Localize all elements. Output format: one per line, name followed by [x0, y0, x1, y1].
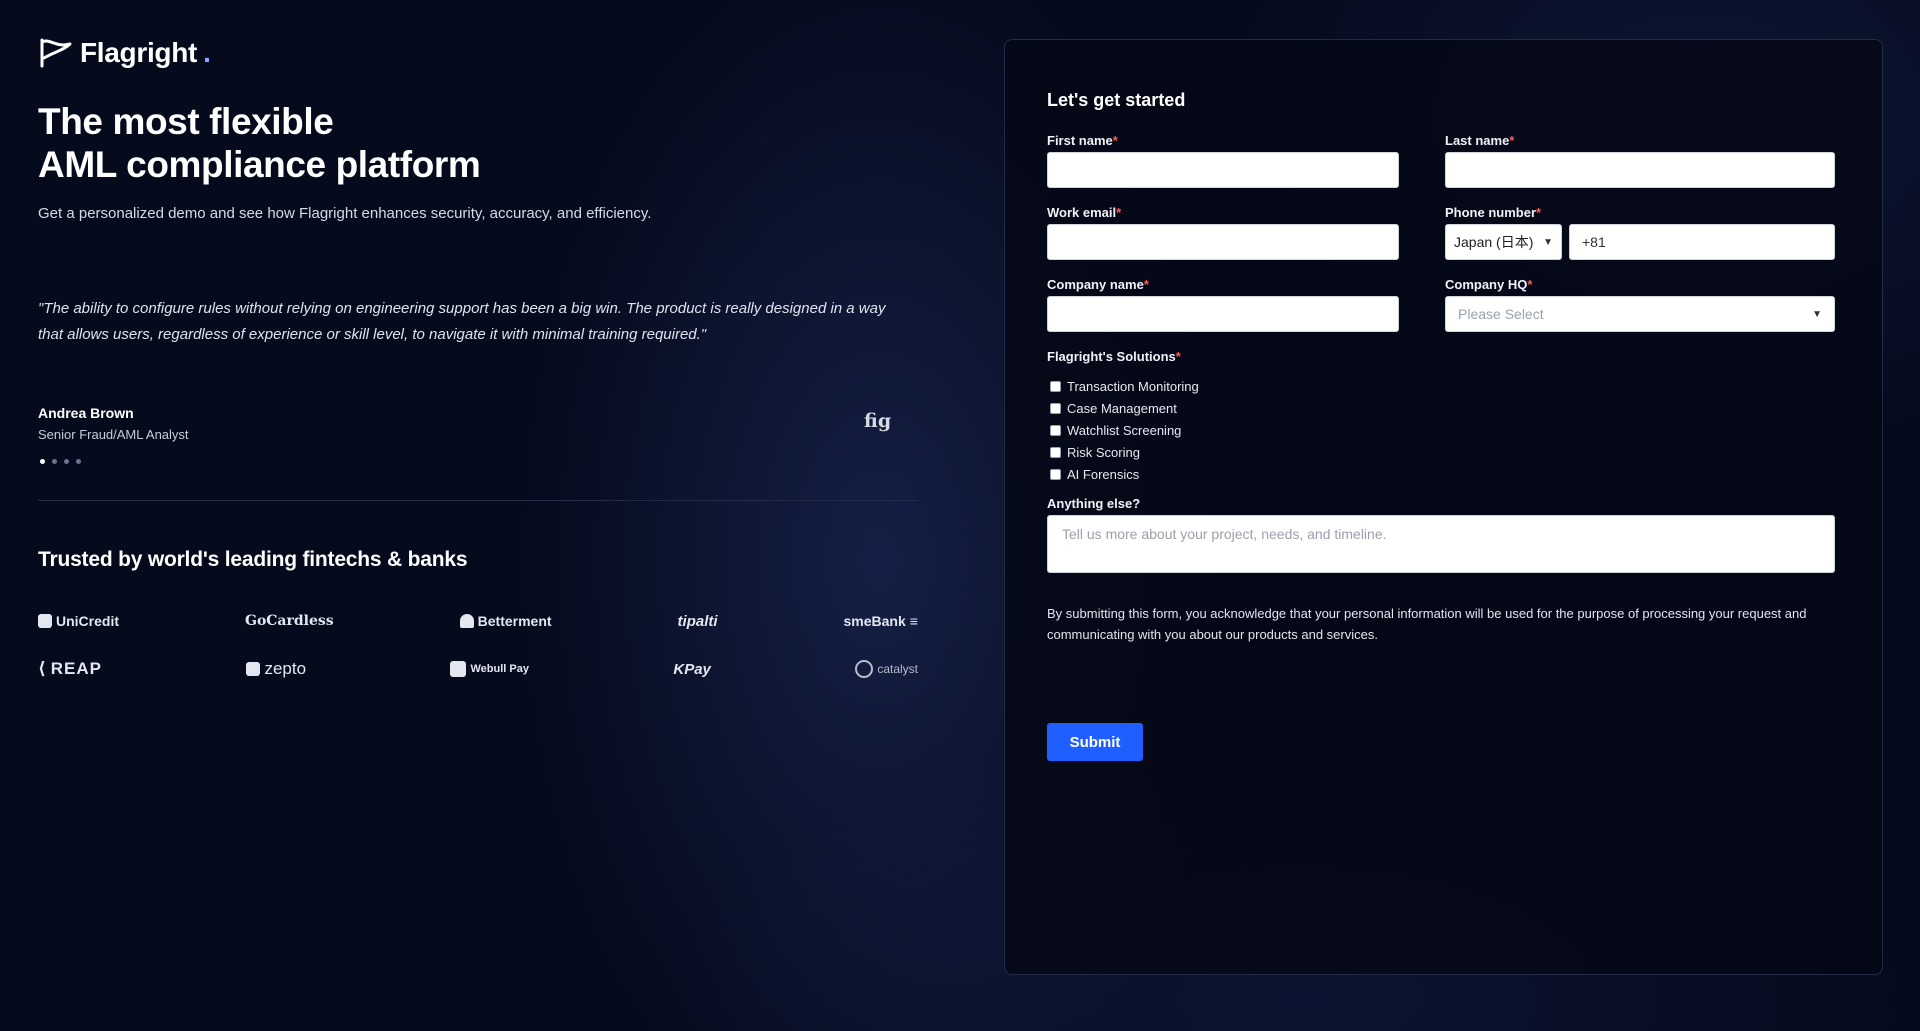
logo-wordmark: Flagright — [80, 37, 198, 68]
hero-subhead: Get a personalized demo and see how Flag… — [38, 205, 652, 222]
required-mark: * — [1536, 205, 1542, 220]
checkbox[interactable] — [1050, 380, 1061, 392]
customer-logos-row-1: UniCredit GoCardless Betterment tipalti … — [38, 606, 918, 636]
customer-logos: UniCredit GoCardless Betterment tipalti … — [38, 606, 918, 702]
flagright-logo[interactable]: Flagright. — [38, 36, 211, 70]
webull-mark-icon — [450, 661, 467, 677]
phone-number-label: Phone number* — [1445, 205, 1542, 220]
carousel-dot-1[interactable] — [40, 459, 45, 464]
hero-headline: The most flexible AML compliance platfor… — [38, 100, 481, 186]
checkbox[interactable] — [1050, 468, 1061, 480]
carousel-dots — [40, 459, 81, 464]
betterment-logo: Betterment — [459, 613, 552, 629]
hero-headline-line-2: AML compliance platform — [38, 144, 481, 185]
unicredit-logo: UniCredit — [38, 613, 119, 629]
solution-option[interactable]: AI Forensics — [1050, 463, 1199, 485]
solution-option[interactable]: Risk Scoring — [1050, 441, 1199, 463]
privacy-notice: By submitting this form, you acknowledge… — [1047, 606, 1807, 642]
first-name-label: First name* — [1047, 133, 1118, 148]
catalyst-mark-icon — [855, 660, 874, 678]
catalyst-logo: catalyst — [855, 660, 918, 678]
zepto-mark-icon — [246, 662, 261, 676]
phone-country-select[interactable]: Japan (日本) ▼ — [1445, 224, 1562, 260]
anything-else-placeholder: Tell us more about your project, needs, … — [1062, 526, 1387, 542]
carousel-dot-2[interactable] — [52, 459, 57, 464]
unicredit-mark-icon — [38, 614, 52, 628]
zepto-logo: zepto — [246, 659, 306, 679]
required-mark: * — [1143, 277, 1149, 292]
gocardless-logo: GoCardless — [244, 613, 334, 629]
required-mark: * — [1116, 205, 1122, 220]
kpay-logo: KPay — [673, 660, 711, 678]
solution-option[interactable]: Watchlist Screening — [1050, 419, 1199, 441]
company-hq-label: Company HQ* — [1445, 277, 1533, 292]
solution-option[interactable]: Case Management — [1050, 397, 1199, 419]
work-email-input[interactable] — [1047, 224, 1399, 260]
form-title: Let's get started — [1047, 90, 1186, 110]
phone-number-input[interactable]: +81 — [1569, 224, 1835, 260]
customer-logos-row-2: ⟨ REAP zepto Webull Pay KPay catalyst — [38, 654, 918, 684]
trusted-heading: Trusted by world's leading fintechs & ba… — [38, 548, 468, 571]
chevron-down-icon: ▼ — [1543, 236, 1553, 248]
last-name-input[interactable] — [1445, 152, 1835, 188]
marketing-column: Flagright. The most flexible AML complia… — [38, 0, 918, 1031]
anything-else-label: Anything else? — [1047, 496, 1141, 511]
carousel-dot-4[interactable] — [76, 459, 81, 464]
anything-else-textarea[interactable]: Tell us more about your project, needs, … — [1047, 515, 1835, 573]
smebank-mark-icon: ≡ — [909, 613, 918, 629]
company-hq-placeholder: Please Select — [1458, 306, 1544, 322]
reap-mark-icon: ⟨ — [38, 659, 47, 678]
carousel-dot-3[interactable] — [64, 459, 69, 464]
testimonial-author-name: Andrea Brown — [38, 405, 134, 421]
phone-country-value: Japan (日本) — [1454, 234, 1534, 250]
testimonial-company-logo: fig — [864, 410, 892, 432]
solutions-checkbox-group: Transaction Monitoring Case Management W… — [1050, 375, 1199, 485]
submit-button[interactable]: Submit — [1047, 723, 1143, 761]
required-mark: * — [1175, 349, 1181, 364]
first-name-input[interactable] — [1047, 152, 1399, 188]
required-mark: * — [1509, 133, 1515, 148]
last-name-label: Last name* — [1445, 133, 1515, 148]
work-email-label: Work email* — [1047, 205, 1122, 220]
logo-dot: . — [203, 37, 211, 68]
required-mark: * — [1527, 277, 1533, 292]
company-name-input[interactable] — [1047, 296, 1399, 332]
company-hq-select[interactable]: Please Select ▼ — [1445, 296, 1835, 332]
checkbox[interactable] — [1050, 402, 1061, 414]
betterment-mark-icon — [459, 614, 474, 628]
flag-logo-icon — [40, 38, 72, 68]
checkbox[interactable] — [1050, 424, 1061, 436]
company-name-label: Company name* — [1047, 277, 1149, 292]
solution-option[interactable]: Transaction Monitoring — [1050, 375, 1199, 397]
reap-logo: ⟨ REAP — [38, 659, 103, 678]
chevron-down-icon: ▼ — [1812, 308, 1822, 320]
smebank-logo: smeBank ≡ — [843, 613, 918, 629]
section-divider — [38, 500, 918, 501]
demo-request-form: Let's get started First name* Last name*… — [1004, 39, 1883, 975]
phone-number-value: +81 — [1582, 234, 1606, 250]
hero-headline-line-1: The most flexible — [38, 101, 334, 142]
testimonial-quote: "The ability to configure rules without … — [38, 300, 886, 343]
tipalti-logo: tipalti — [677, 612, 718, 630]
webull-pay-logo: Webull Pay — [450, 661, 529, 677]
checkbox[interactable] — [1050, 446, 1061, 458]
testimonial-author-title: Senior Fraud/AML Analyst — [38, 427, 189, 442]
solutions-label: Flagright's Solutions* — [1047, 349, 1181, 364]
required-mark: * — [1112, 133, 1118, 148]
